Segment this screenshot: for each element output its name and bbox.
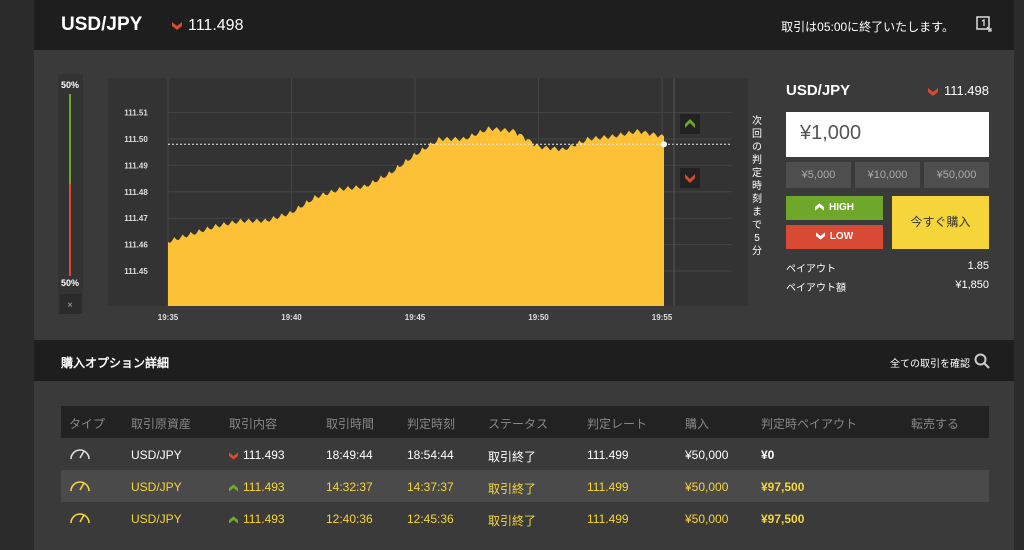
trading-app: USD/JPY 111.498 取引は05:00に終了いたします。 50% 50%… <box>34 0 1014 550</box>
trade-rate: 111.498 <box>927 83 989 98</box>
preset-5000-button[interactable]: ¥5,000 <box>786 162 851 188</box>
high-label: HIGH <box>829 202 854 213</box>
y-tick-label: 111.46 <box>124 241 148 250</box>
price-chart: 50% 50% × 111.51 111.50 111.49 111.48 111.47 111… <box>58 74 764 320</box>
cell-payout: ¥0 <box>761 448 775 462</box>
up-arrow-icon <box>229 516 238 524</box>
close-icon[interactable]: × <box>67 300 73 311</box>
low-marker <box>680 168 700 188</box>
cell-time: 14:32:37 <box>326 480 373 494</box>
down-arrow-icon <box>172 21 182 30</box>
cell-asset: USD/JPY <box>131 512 182 526</box>
col-resell: 転売する <box>911 417 960 431</box>
high-marker <box>680 114 700 134</box>
x-tick-label: 19:55 <box>652 313 673 320</box>
col-judge-time: 判定時刻 <box>407 417 456 431</box>
preset-10000-button[interactable]: ¥10,000 <box>855 162 920 188</box>
x-tick-label: 19:40 <box>281 313 302 320</box>
cell-judge-time: 12:45:36 <box>407 512 454 526</box>
options-section-header: 購入オプション詳細 全ての取引を確認 <box>34 340 1014 381</box>
cell-purchase: ¥50,000 <box>685 448 729 462</box>
header-rate-value: 111.498 <box>188 17 244 34</box>
cell-status: 取引終了 <box>488 514 537 528</box>
col-time: 取引時間 <box>326 417 375 431</box>
cell-payout: ¥97,500 <box>761 512 805 526</box>
view-all-trades-link[interactable]: 全ての取引を確認 <box>890 355 970 370</box>
gauge-icon <box>70 481 90 492</box>
sentiment-bottom-label: 50% <box>61 278 79 288</box>
col-asset: 取引原資産 <box>131 417 192 431</box>
section-title: 購入オプション詳細 <box>61 356 170 370</box>
cell-rate: 111.493 <box>243 512 285 526</box>
col-payout: 判定時ペイアウト <box>761 417 858 431</box>
y-tick-label: 111.49 <box>124 161 148 170</box>
cell-purchase: ¥50,000 <box>685 480 729 494</box>
cell-judge-rate: 111.499 <box>587 512 629 526</box>
table-row: USD/JPY 111.493 14:32:37 14:37:37 取引終了 1… <box>61 470 989 502</box>
cell-judge-rate: 111.499 <box>587 448 629 462</box>
cell-asset: USD/JPY <box>131 448 182 462</box>
cell-purchase: ¥50,000 <box>685 512 729 526</box>
price-chart-svg: 50% 50% × 111.51 111.50 111.49 111.48 111.47 111… <box>58 74 764 320</box>
buy-now-button[interactable]: 今すぐ購入 <box>892 196 989 249</box>
trading-close-notice: 取引は05:00に終了いたします。 <box>781 20 954 34</box>
y-tick-label: 111.50 <box>124 135 148 144</box>
cell-asset: USD/JPY <box>131 480 182 494</box>
cell-content: 111.493 <box>229 480 285 494</box>
gauge-icon <box>70 449 90 460</box>
amount-input[interactable]: ¥1,000 <box>786 112 989 157</box>
y-tick-label: 111.48 <box>124 188 148 197</box>
col-purchase: 購入 <box>685 417 710 431</box>
new-window-icon[interactable] <box>976 16 992 32</box>
top-header: USD/JPY 111.498 取引は05:00に終了いたします。 <box>34 0 1014 50</box>
cell-content: 111.493 <box>229 448 285 462</box>
search-icon[interactable] <box>974 353 990 369</box>
payout-amount-label: ペイアウト額 <box>786 283 846 294</box>
cell-content: 111.493 <box>229 512 285 526</box>
cell-status: 取引終了 <box>488 450 537 464</box>
down-arrow-icon <box>815 232 825 240</box>
low-button[interactable]: LOW <box>786 225 883 249</box>
table-row: USD/JPY 111.493 18:49:44 18:54:44 取引終了 1… <box>61 438 989 470</box>
col-judge-rate: 判定レート <box>587 417 648 431</box>
payout-label: ペイアウト <box>786 264 836 275</box>
table-row: USD/JPY 111.493 12:40:36 12:45:36 取引終了 1… <box>61 502 989 534</box>
cell-judge-time: 14:37:37 <box>407 480 454 494</box>
cell-status: 取引終了 <box>488 482 537 496</box>
cell-judge-time: 18:54:44 <box>407 448 454 462</box>
cell-rate: 111.493 <box>243 480 285 494</box>
y-tick-label: 111.45 <box>124 267 148 276</box>
down-arrow-icon <box>229 452 238 460</box>
current-rate-dot <box>661 141 667 148</box>
col-content: 取引内容 <box>229 417 278 431</box>
cell-payout: ¥97,500 <box>761 480 805 494</box>
cell-time: 12:40:36 <box>326 512 373 526</box>
header-rate: 111.498 <box>172 17 243 35</box>
x-tick-label: 19:35 <box>158 313 179 320</box>
gauge-icon <box>70 513 90 524</box>
preset-50000-button[interactable]: ¥50,000 <box>924 162 989 188</box>
payout-value: 1.85 <box>967 260 989 272</box>
trade-rate-value: 111.498 <box>943 83 989 98</box>
header-pair: USD/JPY <box>61 14 143 35</box>
trade-pair: USD/JPY <box>786 82 851 99</box>
up-arrow-icon <box>229 484 238 492</box>
up-arrow-icon <box>815 203 824 211</box>
table-header: タイプ 取引原資産 取引内容 取引時間 判定時刻 ステータス 判定レート 購入 … <box>61 406 989 438</box>
sentiment-top-label: 50% <box>61 80 79 90</box>
down-arrow-icon <box>927 87 938 96</box>
low-label: LOW <box>829 231 854 242</box>
cell-rate: 111.493 <box>243 448 285 462</box>
x-tick-label: 19:50 <box>528 313 549 320</box>
y-tick-label: 111.51 <box>124 109 148 118</box>
payout-amount-value: ¥1,850 <box>955 279 989 291</box>
cell-judge-rate: 111.499 <box>587 480 629 494</box>
col-type: タイプ <box>69 417 106 431</box>
cell-time: 18:49:44 <box>326 448 373 462</box>
high-button[interactable]: HIGH <box>786 196 883 220</box>
col-status: ステータス <box>488 417 549 431</box>
y-tick-label: 111.47 <box>124 214 148 223</box>
x-tick-label: 19:45 <box>405 313 426 320</box>
